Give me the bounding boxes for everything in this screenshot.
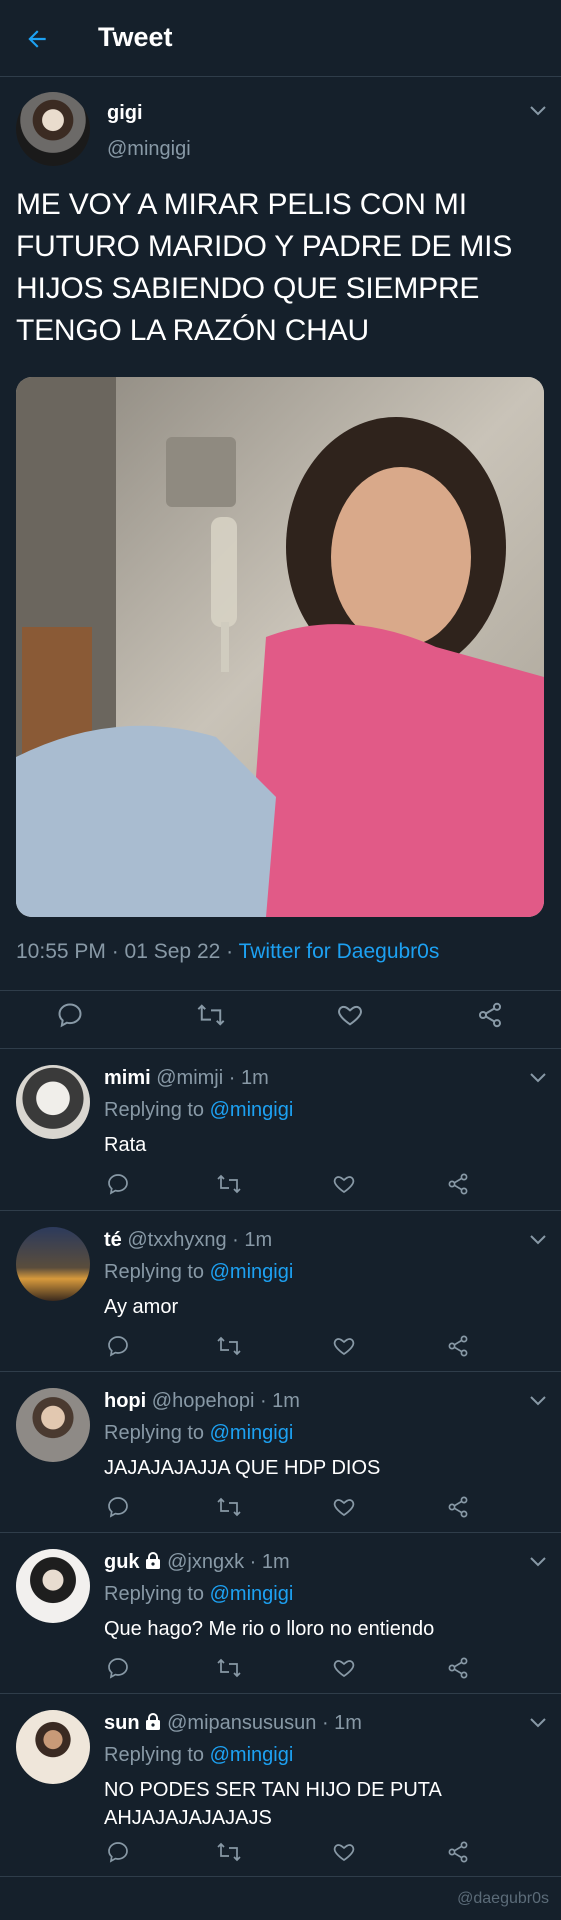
heart-icon[interactable] xyxy=(332,1172,356,1196)
watermark: @daegubr0s xyxy=(457,1890,549,1907)
tweet-timestamp: 10:55 PM · 01 Sep 22 · xyxy=(16,940,239,963)
reply-header: sun @mipansususun · 1m xyxy=(104,1712,362,1735)
reply-actions xyxy=(0,1334,561,1364)
reply-text: Ay amor xyxy=(104,1296,179,1318)
avatar[interactable] xyxy=(16,1065,90,1139)
divider xyxy=(0,990,561,991)
replying-to: Replying to @mingigi xyxy=(104,1744,293,1767)
avatar[interactable] xyxy=(16,1388,90,1462)
reply-author-name[interactable]: sun xyxy=(104,1712,140,1734)
author-handle[interactable]: @mingigi xyxy=(107,138,191,161)
retweet-icon[interactable] xyxy=(216,1840,242,1864)
tweet-source-link[interactable]: Twitter for Daegubr0s xyxy=(239,940,440,963)
chevron-down-icon[interactable] xyxy=(530,1073,546,1083)
mention-link[interactable]: @mingigi xyxy=(210,1261,294,1283)
reply-text: JAJAJAJAJJA QUE HDP DIOS xyxy=(104,1457,381,1479)
reply-handle-time: @mimji · 1m xyxy=(150,1067,269,1089)
reply-item[interactable]: guk @jxngxk · 1m Replying to @mingigi Qu… xyxy=(0,1533,561,1693)
reply-actions xyxy=(0,1495,561,1525)
retweet-icon[interactable] xyxy=(216,1495,242,1519)
reply-author-name[interactable]: hopi xyxy=(104,1390,146,1412)
replying-to-label: Replying to xyxy=(104,1261,210,1283)
tweet-meta: 10:55 PM · 01 Sep 22 · Twitter for Daegu… xyxy=(16,940,439,964)
comment-icon[interactable] xyxy=(106,1840,130,1864)
reply-handle-time: @jxngxk · 1m xyxy=(161,1551,290,1573)
replying-to: Replying to @mingigi xyxy=(104,1099,293,1122)
replying-to: Replying to @mingigi xyxy=(104,1422,293,1445)
heart-icon[interactable] xyxy=(332,1840,356,1864)
page-title: Tweet xyxy=(98,22,173,52)
reply-item[interactable]: hopi @hopehopi · 1m Replying to @mingigi… xyxy=(0,1372,561,1532)
reply-header: té @txxhyxng · 1m xyxy=(104,1229,272,1252)
reply-handle-time: @txxhyxng · 1m xyxy=(121,1229,273,1251)
avatar[interactable] xyxy=(16,1710,90,1784)
reply-header: mimi @mimji · 1m xyxy=(104,1067,269,1090)
replying-to: Replying to @mingigi xyxy=(104,1583,293,1606)
heart-icon[interactable] xyxy=(336,1001,364,1029)
chevron-down-icon[interactable] xyxy=(530,1557,546,1567)
mention-link[interactable]: @mingigi xyxy=(210,1422,294,1444)
chevron-down-icon[interactable] xyxy=(530,1235,546,1245)
reply-header: hopi @hopehopi · 1m xyxy=(104,1390,300,1413)
replying-to: Replying to @mingigi xyxy=(104,1261,293,1284)
comment-icon[interactable] xyxy=(106,1334,130,1358)
heart-icon[interactable] xyxy=(332,1334,356,1358)
tweet-actions xyxy=(0,1001,561,1031)
comment-icon[interactable] xyxy=(106,1172,130,1196)
retweet-icon[interactable] xyxy=(216,1656,242,1680)
author-name[interactable]: gigi xyxy=(107,102,143,125)
avatar[interactable] xyxy=(16,1227,90,1301)
mention-link[interactable]: @mingigi xyxy=(210,1583,294,1605)
avatar[interactable] xyxy=(16,1549,90,1623)
replying-to-label: Replying to xyxy=(104,1583,210,1605)
tweet-photo[interactable] xyxy=(16,377,544,917)
chevron-down-icon[interactable] xyxy=(530,1718,546,1728)
photo-image xyxy=(16,377,544,917)
lock-icon xyxy=(145,1713,160,1730)
reply-author-name[interactable]: mimi xyxy=(104,1067,151,1089)
top-bar: Tweet xyxy=(0,0,561,77)
reply-actions xyxy=(0,1172,561,1202)
retweet-icon[interactable] xyxy=(216,1334,242,1358)
share-icon[interactable] xyxy=(446,1656,470,1680)
reply-handle-time: @mipansususun · 1m xyxy=(161,1712,362,1734)
reply-text: Rata xyxy=(104,1134,147,1156)
retweet-icon[interactable] xyxy=(216,1172,242,1196)
replying-to-label: Replying to xyxy=(104,1422,210,1444)
reply-actions xyxy=(0,1656,561,1686)
share-icon[interactable] xyxy=(446,1495,470,1519)
share-icon[interactable] xyxy=(446,1172,470,1196)
chevron-down-icon[interactable] xyxy=(530,106,546,116)
share-icon[interactable] xyxy=(446,1334,470,1358)
divider xyxy=(0,1876,561,1877)
comment-icon[interactable] xyxy=(106,1656,130,1680)
comment-icon[interactable] xyxy=(106,1495,130,1519)
reply-text: NO PODES SER TAN HIJO DE PUTA AHJAJAJAJA… xyxy=(104,1779,441,1829)
chevron-down-icon[interactable] xyxy=(530,1396,546,1406)
tweet-text: ME VOY A MIRAR PELIS CON MI FUTURO MARID… xyxy=(16,188,513,347)
lock-icon xyxy=(145,1552,160,1569)
reply-header: guk @jxngxk · 1m xyxy=(104,1551,290,1574)
reply-item[interactable]: sun @mipansususun · 1m Replying to @ming… xyxy=(0,1694,561,1874)
heart-icon[interactable] xyxy=(332,1656,356,1680)
reply-actions xyxy=(0,1840,561,1870)
share-icon[interactable] xyxy=(446,1840,470,1864)
avatar[interactable] xyxy=(16,92,90,166)
share-icon[interactable] xyxy=(476,1001,504,1029)
retweet-icon[interactable] xyxy=(196,1001,226,1029)
reply-author-name[interactable]: té xyxy=(104,1229,122,1251)
replying-to-label: Replying to xyxy=(104,1744,210,1766)
mention-link[interactable]: @mingigi xyxy=(210,1099,294,1121)
comment-icon[interactable] xyxy=(56,1001,84,1029)
reply-item[interactable]: té @txxhyxng · 1m Replying to @mingigi A… xyxy=(0,1211,561,1371)
reply-text: Que hago? Me rio o lloro no entiendo xyxy=(104,1618,435,1640)
arrow-left-icon[interactable] xyxy=(24,26,50,52)
mention-link[interactable]: @mingigi xyxy=(210,1744,294,1766)
reply-item[interactable]: mimi @mimji · 1m Replying to @mingigi Ra… xyxy=(0,1049,561,1209)
replying-to-label: Replying to xyxy=(104,1099,210,1121)
reply-author-name[interactable]: guk xyxy=(104,1551,140,1573)
reply-handle-time: @hopehopi · 1m xyxy=(146,1390,300,1412)
heart-icon[interactable] xyxy=(332,1495,356,1519)
